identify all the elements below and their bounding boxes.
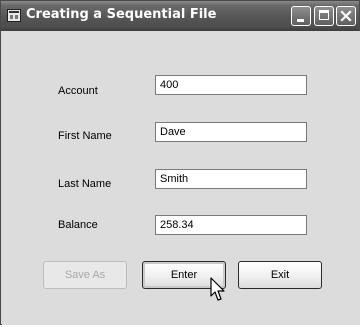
close-button[interactable] xyxy=(336,6,356,26)
account-label: Account xyxy=(58,85,98,97)
last-name-label: Last Name xyxy=(58,178,112,190)
app-form-icon[interactable] xyxy=(7,9,21,22)
exit-button[interactable]: Exit xyxy=(238,261,322,289)
app-window: Creating a Sequential File Account First… xyxy=(0,0,360,325)
save-as-button[interactable]: Save As xyxy=(43,261,127,289)
minimize-button[interactable] xyxy=(291,6,311,26)
last-name-field[interactable] xyxy=(155,169,307,189)
first-name-field[interactable] xyxy=(155,122,307,142)
window-title: Creating a Sequential File xyxy=(26,7,217,22)
title-bar[interactable]: Creating a Sequential File xyxy=(1,1,359,31)
mouse-pointer-icon xyxy=(210,277,225,301)
first-name-label: First Name xyxy=(58,130,112,142)
account-field[interactable] xyxy=(155,75,307,95)
close-icon xyxy=(340,10,352,22)
maximize-button[interactable] xyxy=(314,6,334,26)
balance-label: Balance xyxy=(58,219,98,231)
balance-field[interactable] xyxy=(155,215,307,235)
form-body: Account First Name Last Name Balance Sav… xyxy=(2,31,360,325)
